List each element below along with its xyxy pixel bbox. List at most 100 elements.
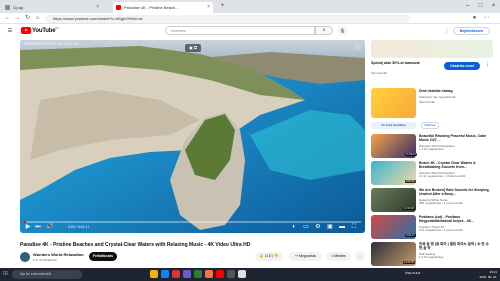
more-actions-button[interactable]: ... <box>355 252 365 261</box>
like-button[interactable]: 👍 11 E | 👎 <box>255 252 283 261</box>
next-icon[interactable]: ⏭ <box>34 223 42 231</box>
shop-title: Dmk tisztítás háztag <box>419 89 453 93</box>
windows-taskbar: ⊞ Írja be a keresendőt ÚSD-PHUF 19:21 20… <box>0 268 500 281</box>
menu-icon[interactable]: ☰ <box>6 27 14 35</box>
recommendation-title[interactable]: We Are Broken] Rain Sounds for Sleeping,… <box>419 188 491 197</box>
recommendation-item[interactable]: 11:56:07 Beautiful Relaxing Peaceful Mus… <box>371 134 493 158</box>
app-icon[interactable] <box>194 270 202 278</box>
browser-nav-bar: ← → ↻ ⌂ https://www.youtube.com/watch?v=… <box>0 13 500 24</box>
taskbar-clock[interactable]: 19:21 2025. 06. 16. <box>465 270 497 279</box>
shop-store: Szponzorált <box>419 100 435 104</box>
play-icon[interactable]: ▶ <box>24 223 32 231</box>
share-icon: ↪ <box>295 254 298 258</box>
profile-icon[interactable]: ● <box>470 14 479 23</box>
recommendation-item[interactable]: 3:00:00 Beach 4K - Crystal Clear Waters … <box>371 161 493 185</box>
windows-start-icon[interactable]: ⊞ <box>3 271 10 278</box>
miniplayer-button-icon[interactable]: ▣ <box>326 223 334 231</box>
thumbs-down-icon: 👎 <box>274 254 279 258</box>
save-icon: ≡ <box>331 254 334 258</box>
mic-icon[interactable]: 🎙 <box>338 26 347 35</box>
ad-headline: Spórolj akár 50%-ot tarasszal <box>371 61 420 65</box>
gear-icon[interactable]: ⚙ <box>314 223 322 231</box>
youtube-app-icon[interactable] <box>216 270 224 278</box>
sign-in-button[interactable]: Bejelentkezés <box>453 27 490 35</box>
recommendation-item[interactable]: 3:02:17 Positano (cut) - Positano Hegyol… <box>371 215 493 239</box>
youtube-logo-icon[interactable] <box>21 27 31 34</box>
share-label: Megosztás <box>298 254 316 258</box>
back-icon[interactable]: ← <box>3 14 12 23</box>
subtitles-icon[interactable]: ▭ <box>302 223 310 231</box>
volume-icon[interactable]: 🔊 <box>46 223 54 231</box>
app-icon[interactable] <box>227 270 235 278</box>
app-icon[interactable] <box>205 270 213 278</box>
new-tab-button[interactable]: + <box>216 0 229 13</box>
youtube-logo-text[interactable]: YouTubeHU <box>32 27 59 34</box>
taskbar-search[interactable]: Írja be a keresendőt <box>12 270 82 279</box>
reload-icon[interactable]: ↻ <box>23 14 32 23</box>
channel-name[interactable]: Wonders World Relaxation <box>33 252 84 257</box>
ad-cta-button[interactable]: Vásárlás most <box>444 62 480 70</box>
recommendation-title[interactable]: Beautiful Relaxing Peaceful Music, Calm … <box>419 134 491 143</box>
shopping-card[interactable]: Az ered tisztítása Dmk tisztítás háztag … <box>371 88 493 132</box>
sponsored-ad[interactable]: Spórolj akár 50%-ot tarasszal Szponzorál… <box>371 40 493 82</box>
shop-cta-button[interactable]: Az ered tisztítása <box>371 122 416 129</box>
recommendation-meta: 1,4 M megtekintés <box>419 147 444 151</box>
app-icon[interactable] <box>172 270 180 278</box>
search-icon[interactable]: ⌕ <box>315 26 333 35</box>
save-label: Mentés <box>334 254 346 258</box>
recommendation-item[interactable]: 10:00:00 We Are Broken] Rain Sounds for … <box>371 188 493 212</box>
forward-icon[interactable]: → <box>13 14 22 23</box>
like-count: 11 E <box>264 254 272 258</box>
browser-tab-bar: Új lap × Paradise 4K - Pristine Beach...… <box>0 0 500 13</box>
maximize-icon[interactable]: □ <box>474 0 487 13</box>
ad-image <box>371 40 493 58</box>
recommendation-meta: 3,1 E megtekintés • 3 héttel ezelőtt <box>419 174 466 178</box>
theater-mode-icon[interactable]: ▬ <box>338 223 346 231</box>
ad-more-icon[interactable]: ⋮ <box>485 62 490 68</box>
youtube-favicon-icon <box>116 5 121 10</box>
time-display: 0:03 / 3:01:17 <box>68 225 90 229</box>
browser-menu-icon[interactable]: ⋯ <box>482 14 491 23</box>
recommendation-item[interactable]: 10:00:00 인싸 음 방 (유 피아 ) 힐링 피아노 음악 | 수 면 … <box>371 242 493 266</box>
save-button[interactable]: ≡ Mentés <box>326 252 351 261</box>
recommendation-meta: 385 megtekintés • 1 évvel ezelőtt <box>419 201 463 205</box>
fullscreen-icon[interactable]: ⛶ <box>350 223 358 231</box>
close-window-icon[interactable]: × <box>487 0 500 13</box>
clock-date: 2025. 06. 16. <box>479 274 497 279</box>
shop-view-button[interactable]: Webhely <box>421 122 439 129</box>
new-tab-icon <box>5 5 10 10</box>
shop-subtitle: Kattintson ide megvásárolni <box>419 95 456 99</box>
share-button[interactable]: ↪ Megosztás <box>289 252 322 261</box>
thumbs-up-icon: 👍 <box>259 254 264 258</box>
system-tray[interactable]: ÚSD-PHUF <box>405 271 421 275</box>
tab-label: Paradise 4K - Pristine Beach... <box>124 5 179 10</box>
more-options-icon[interactable]: ⋮ <box>443 27 451 35</box>
file-explorer-icon[interactable] <box>150 270 158 278</box>
duration-badge: 3:00:00 <box>405 180 416 183</box>
app-icon[interactable] <box>238 270 246 278</box>
recommendation-meta: 5 M megtekintés • 1 évvel ezelőtt <box>419 228 463 232</box>
channel-avatar[interactable] <box>20 252 30 262</box>
recommendation-meta: 1,4 M megtekintés <box>419 255 444 259</box>
subscribe-button[interactable]: Feliratkozás <box>89 252 117 261</box>
miniplayer-icon[interactable]: ▣ ⧉ <box>185 44 201 52</box>
video-frame <box>20 40 365 233</box>
browser-tab-new[interactable]: Új lap × <box>2 2 102 13</box>
address-bar[interactable]: https://www.youtube.com/watch?v=dGgbOHDe… <box>45 14 410 23</box>
browser-tab-youtube[interactable]: Paradise 4K - Pristine Beach... × <box>113 2 213 13</box>
minimize-icon[interactable]: – <box>461 0 474 13</box>
close-icon[interactable]: × <box>207 2 210 13</box>
duration-badge: 10:00:00 <box>403 261 416 264</box>
search-input[interactable]: Keresés <box>165 26 315 35</box>
recommendation-title[interactable]: Beach 4K - Crystal Clear Waters & Breath… <box>419 161 491 170</box>
info-icon[interactable]: ⓘ <box>355 44 360 51</box>
autoplay-toggle[interactable]: ◐ <box>290 223 298 231</box>
home-icon[interactable]: ⌂ <box>33 14 42 23</box>
edge-icon[interactable] <box>161 270 169 278</box>
video-player[interactable]: WONDERS WORLD RELAXATION ▣ ⧉ ⓘ ▶ ⏭ 🔊 0:0… <box>20 40 365 233</box>
duration-badge: 10:00:00 <box>403 207 416 210</box>
close-icon[interactable]: × <box>96 2 99 13</box>
recommendation-title[interactable]: Positano (cut) - Positano Hegyoldalabina… <box>419 215 491 224</box>
store-icon[interactable] <box>183 270 191 278</box>
recommendation-title[interactable]: 인싸 음 방 (유 피아 ) 힐링 피아노 음악 | 수 면 수 면 음 악 <box>419 242 491 251</box>
